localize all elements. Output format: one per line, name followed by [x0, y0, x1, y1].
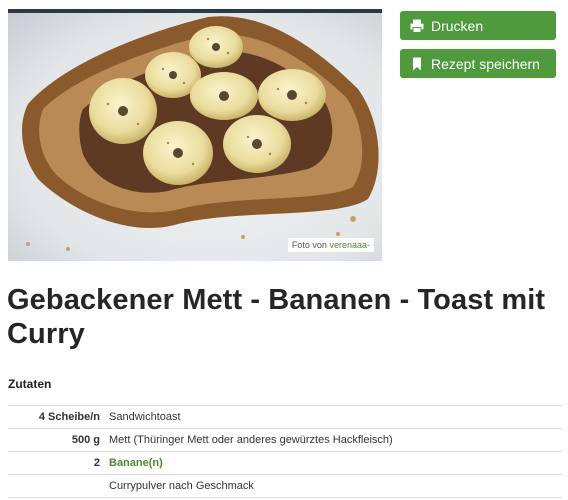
printer-icon [410, 19, 424, 33]
ingredient-row: 2 Banane(n) [8, 451, 562, 475]
ingredient-link-banane[interactable]: Banane(n) [109, 457, 163, 469]
ingredient-amount: 4 Scheibe/n [38, 411, 100, 423]
print-button-label: Drucken [431, 17, 484, 34]
save-recipe-button-label: Rezept speichern [431, 55, 540, 72]
recipe-title: Gebackener Mett - Bananen - Toast mit Cu… [7, 284, 546, 350]
ingredient-amount: 2 [93, 457, 100, 469]
recipe-photo[interactable]: Foto von verenaaa- [8, 9, 382, 261]
ingredient-name: Currypulver nach Geschmack [109, 480, 254, 492]
save-recipe-button[interactable]: Rezept speichern [400, 49, 556, 78]
ingredient-name: Mett (Thüringer Mett oder anderes gewürz… [109, 434, 393, 446]
ingredient-name: Sandwichtoast [109, 411, 181, 423]
photo-credit-prefix: Foto von [291, 240, 327, 250]
ingredients-table: 4 Scheibe/n Sandwichtoast 500 g Mett (Th… [8, 405, 562, 498]
ingredient-row: Currypulver nach Geschmack [8, 474, 562, 498]
photo-credit: Foto von verenaaa- [287, 238, 374, 252]
ingredient-row: 500 g Mett (Thüringer Mett oder anderes … [8, 428, 562, 452]
bookmark-icon [413, 57, 421, 70]
banana-toast-image [8, 9, 382, 261]
ingredient-amount [8, 475, 109, 498]
photo-credit-author-link[interactable]: verenaaa- [329, 240, 370, 250]
ingredient-row: 4 Scheibe/n Sandwichtoast [8, 405, 562, 429]
print-button[interactable]: Drucken [400, 11, 556, 40]
ingredient-amount: 500 g [71, 434, 100, 446]
ingredients-heading: Zutaten [8, 377, 52, 391]
ingredient-name-cell: Banane(n) [109, 452, 562, 475]
